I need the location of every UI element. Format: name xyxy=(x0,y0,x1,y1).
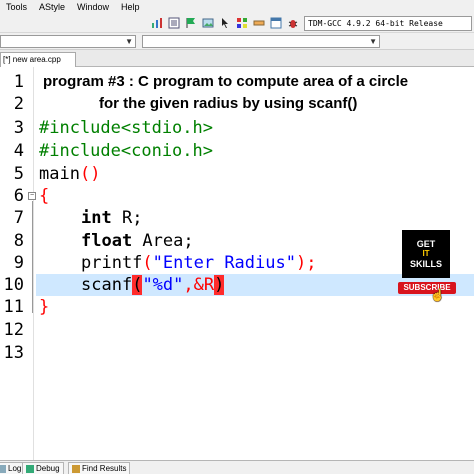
float-keyword: float xyxy=(81,231,133,251)
main-identifier: main xyxy=(39,164,80,184)
comment-line-2: for the given radius by using scanf() xyxy=(99,95,358,112)
checklist-icon[interactable] xyxy=(167,16,181,30)
subscribe-badge[interactable]: GET IT SKILLS SUBSCRIBE ☝ xyxy=(398,230,458,302)
menu-astyle[interactable]: AStyle xyxy=(33,0,71,14)
find-icon xyxy=(72,464,80,473)
logo-text-top: GET xyxy=(416,239,436,249)
code-line-float-decl: float Area; xyxy=(81,230,194,252)
image-icon[interactable] xyxy=(201,16,215,30)
get-it-skills-logo: GET IT SKILLS xyxy=(402,230,450,278)
logo-text-bottom: SKILLS xyxy=(409,259,442,269)
grid-icon[interactable] xyxy=(235,16,249,30)
chevron-down-icon: ▼ xyxy=(369,37,377,46)
bug-icon[interactable] xyxy=(286,16,300,30)
code-line-open-brace: { xyxy=(39,186,50,206)
code-line-printf: printf("Enter Radius"); xyxy=(81,252,316,274)
tab-find-results[interactable]: Find Results xyxy=(68,462,131,474)
ruler-icon[interactable] xyxy=(252,16,266,30)
scanf-identifier: scanf xyxy=(81,275,133,295)
line-number: 8 xyxy=(13,231,24,251)
printf-string: "Enter Radius" xyxy=(152,253,296,273)
chart-icon[interactable] xyxy=(150,16,164,30)
comment-line-1: program #3 : C program to compute area o… xyxy=(43,73,409,90)
menu-window[interactable]: Window xyxy=(71,0,115,14)
tab-debug[interactable]: Debug xyxy=(22,462,64,474)
secondary-toolbar: ▼ ▼ xyxy=(0,33,474,50)
code-line-close-brace: } xyxy=(39,297,50,317)
code-line-main: main() xyxy=(39,163,100,185)
line-number: 5 xyxy=(13,164,24,184)
member-combo[interactable]: ▼ xyxy=(142,35,380,48)
line-number: 7 xyxy=(13,208,24,228)
code-line-int-decl: int R; xyxy=(81,207,142,229)
log-icon xyxy=(0,464,6,473)
printf-close: ); xyxy=(295,253,317,273)
cursor-icon[interactable] xyxy=(218,16,232,30)
line-number: 6 xyxy=(13,186,24,206)
fold-toggle-icon[interactable]: − xyxy=(28,192,36,200)
scanf-args: ,&R xyxy=(183,275,215,295)
logo-text-middle: IT xyxy=(422,249,430,258)
compiler-select[interactable]: TDM-GCC 4.9.2 64-bit Release xyxy=(304,16,472,31)
debug-icon xyxy=(26,464,34,473)
line-number: 13 xyxy=(3,343,24,363)
scanf-open-paren-match: ( xyxy=(132,275,143,295)
printf-open-paren: ( xyxy=(142,253,153,273)
bottom-panel-tabs: Log Debug Find Results xyxy=(0,460,474,474)
scanf-string: "%d" xyxy=(142,275,184,295)
code-line-include-conio: #include<conio.h> xyxy=(39,141,213,161)
main-toolbar: TDM-GCC 4.9.2 64-bit Release xyxy=(0,14,474,33)
hand-pointer-icon: ☝ xyxy=(430,288,445,302)
code-line-include-stdio: #include<stdio.h> xyxy=(39,118,213,138)
main-parens: () xyxy=(79,164,101,184)
line-number: 1 xyxy=(13,72,24,92)
line-number: 4 xyxy=(13,141,24,161)
printf-identifier: printf xyxy=(81,253,143,273)
menu-tools[interactable]: Tools xyxy=(0,0,33,14)
editor-tab-bar: [*] new area.cpp xyxy=(0,50,474,67)
tab-debug-label: Debug xyxy=(36,464,60,473)
line-number: 9 xyxy=(13,253,24,273)
tab-find-results-label: Find Results xyxy=(82,464,127,473)
tab-new-area-cpp[interactable]: [*] new area.cpp xyxy=(0,52,76,67)
scanf-close-paren-match: ) xyxy=(214,275,225,295)
line-number: 2 xyxy=(13,94,24,114)
int-decl-rest: R; xyxy=(111,208,143,228)
code-editor[interactable]: 1 2 3 4 5 6 7 8 9 10 11 12 13 − program … xyxy=(0,67,474,460)
class-combo[interactable]: ▼ xyxy=(0,35,136,48)
tab-log-label: Log xyxy=(8,464,22,473)
line-number: 12 xyxy=(3,320,24,340)
flag-icon[interactable] xyxy=(184,16,198,30)
subscribe-button[interactable]: SUBSCRIBE xyxy=(398,282,456,294)
float-decl-rest: Area; xyxy=(132,231,194,251)
line-number-gutter: 1 2 3 4 5 6 7 8 9 10 11 12 13 − xyxy=(0,67,36,460)
line-number: 10 xyxy=(3,275,24,295)
code-line-scanf: scanf("%d",&R) xyxy=(81,274,225,296)
int-keyword: int xyxy=(81,208,112,228)
line-number: 11 xyxy=(3,297,24,317)
menu-help[interactable]: Help xyxy=(115,0,146,14)
line-number: 3 xyxy=(13,118,24,138)
window-icon[interactable] xyxy=(269,16,283,30)
menu-bar: Tools AStyle Window Help xyxy=(0,0,474,14)
chevron-down-icon: ▼ xyxy=(125,37,133,46)
fold-guide xyxy=(32,201,33,313)
